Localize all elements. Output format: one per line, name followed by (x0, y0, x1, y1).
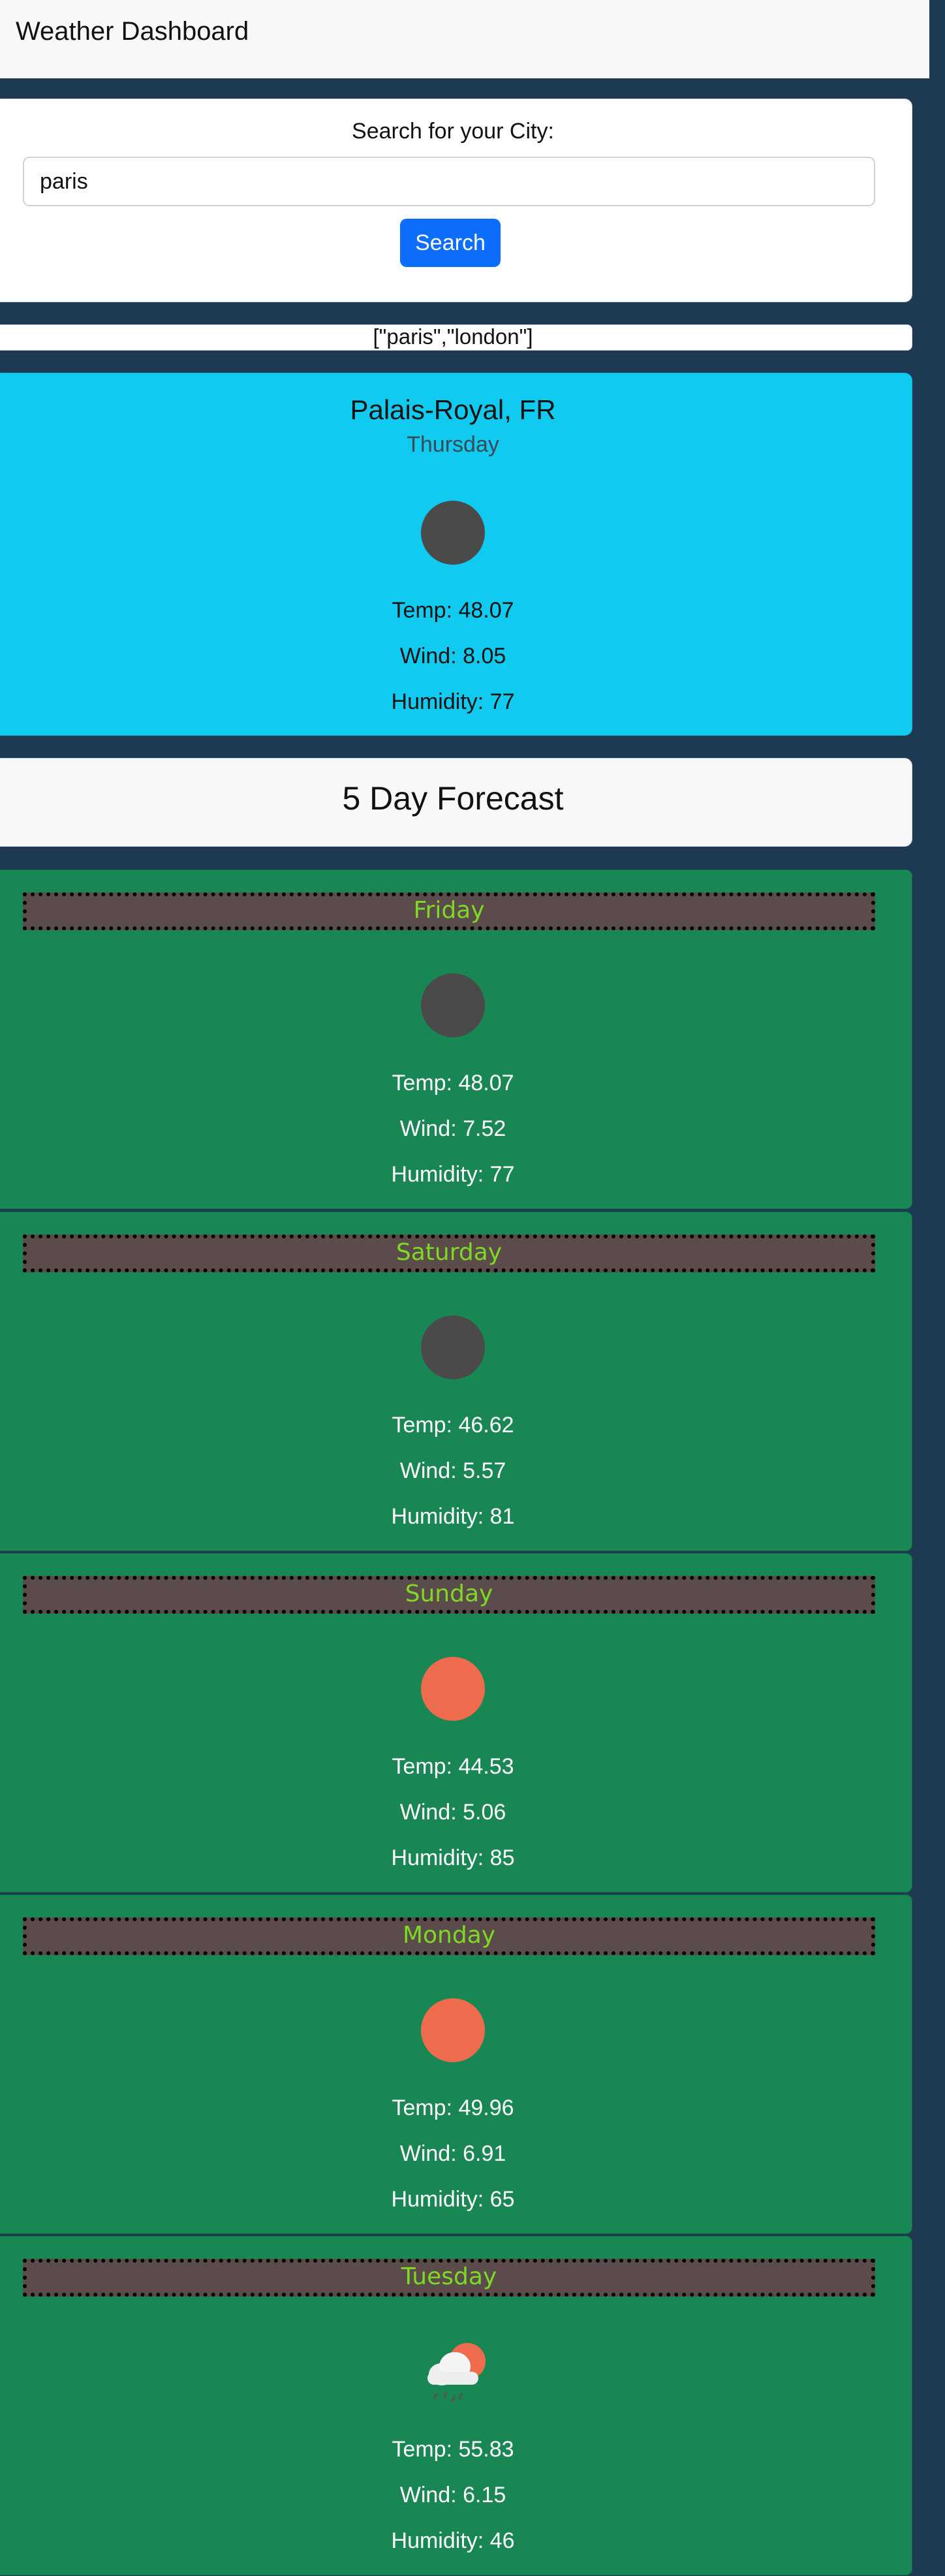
forecast-temp: Temp: 49.96 (392, 2096, 514, 2120)
forecast-humidity: Humidity: 77 (391, 1162, 515, 1187)
forecast-day-card: Sunday Temp: 44.53 Wind: 5.06 Humidity: … (0, 1553, 912, 1893)
current-humidity: Humidity: 77 (391, 689, 515, 714)
city-name: Palais-Royal, FR (350, 394, 556, 425)
dark-circle-icon (421, 973, 485, 1037)
forecast-temp: Temp: 44.53 (392, 1754, 514, 1779)
forecast-day-card: Friday Temp: 48.07 Wind: 7.52 Humidity: … (0, 870, 912, 1209)
rain-cloud-sun-icon (417, 2336, 489, 2408)
forecast-day-name: Friday (23, 892, 875, 930)
current-wind: Wind: 8.05 (399, 644, 506, 668)
forecast-wind: Wind: 5.57 (399, 1458, 506, 1483)
forecast-humidity: Humidity: 65 (391, 2187, 515, 2212)
dark-circle-icon (421, 1315, 485, 1379)
navbar: Weather Dashboard (0, 0, 929, 78)
forecast-day-name: Saturday (23, 1234, 875, 1272)
forecast-humidity: Humidity: 46 (391, 2528, 515, 2553)
forecast-humidity: Humidity: 81 (391, 1504, 515, 1529)
search-card: Search for your City: Search (0, 99, 912, 302)
current-day: Thursday (407, 432, 499, 457)
forecast-day-name: Tuesday (23, 2259, 875, 2297)
forecast-temp: Temp: 46.62 (392, 1413, 514, 1437)
forecast-header: 5 Day Forecast (0, 758, 912, 847)
sun-icon (421, 1657, 485, 1721)
search-button[interactable]: Search (400, 219, 501, 267)
current-weather-card: Palais-Royal, FR Thursday Temp: 48.07 Wi… (0, 373, 912, 736)
forecast-humidity: Humidity: 85 (391, 1846, 515, 1870)
forecast-temp: Temp: 48.07 (392, 1071, 514, 1095)
forecast-day-name: Sunday (23, 1576, 875, 1614)
forecast-day-name: Monday (23, 1917, 875, 1955)
forecast-wind: Wind: 6.15 (399, 2483, 506, 2507)
search-label: Search for your City: (352, 119, 554, 144)
forecast-temp: Temp: 55.83 (392, 2437, 514, 2462)
forecast-day-card: Tuesday Temp: 55.83 Wind: 6.15 Humidity:… (0, 2236, 912, 2575)
forecast-wind: Wind: 7.52 (399, 1116, 506, 1141)
dark-circle-icon (421, 501, 485, 565)
search-input[interactable] (23, 157, 875, 206)
app-title[interactable]: Weather Dashboard (16, 17, 249, 46)
forecast-day-card: Saturday Temp: 46.62 Wind: 5.57 Humidity… (0, 1212, 912, 1551)
forecast-wind: Wind: 6.91 (399, 2141, 506, 2166)
forecast-title: 5 Day Forecast (342, 780, 564, 817)
forecast-wind: Wind: 5.06 (399, 1800, 506, 1825)
search-history[interactable]: ["paris","london"] (0, 324, 912, 351)
sun-icon (421, 1998, 485, 2062)
current-temp: Temp: 48.07 (392, 598, 514, 623)
forecast-day-card: Monday Temp: 49.96 Wind: 6.91 Humidity: … (0, 1894, 912, 2234)
